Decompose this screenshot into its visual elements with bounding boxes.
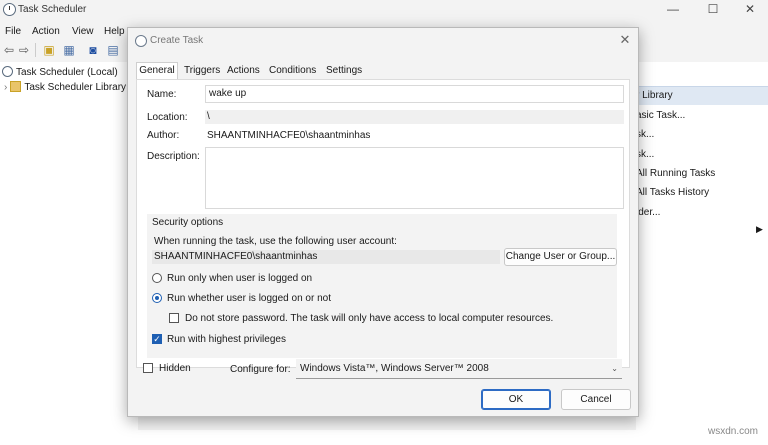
- action-create-basic-task[interactable]: asic Task...: [636, 110, 685, 121]
- minimize-button[interactable]: —: [655, 0, 691, 20]
- console-tree: Task Scheduler (Local) › Task Scheduler L…: [0, 62, 138, 442]
- toolbar: ⇦ ⇨ ▣ ▦ ◙ ▤: [0, 40, 140, 60]
- menu-bar: File Action View Help: [0, 22, 140, 40]
- no-store-password-checkbox[interactable]: [169, 313, 179, 323]
- author-value: SHAANTMINHACFE0\shaantminhas: [207, 130, 371, 141]
- close-window-button[interactable]: ✕: [732, 0, 768, 20]
- radio-whether-logged-on[interactable]: [152, 293, 162, 303]
- hidden-checkbox[interactable]: [143, 363, 153, 373]
- close-icon[interactable]: ✕: [616, 31, 634, 49]
- hidden-label: Hidden: [159, 363, 191, 374]
- action-enable-history[interactable]: All Tasks History: [636, 187, 709, 198]
- security-options-group: Security options When running the task, …: [147, 214, 617, 358]
- actions-panel-header: r Library: [636, 86, 768, 105]
- configure-for-select[interactable]: Windows Vista™, Windows Server™ 2008 ⌄: [296, 359, 622, 379]
- actions-header-label: r Library: [636, 90, 673, 101]
- tab-general[interactable]: General: [136, 62, 178, 80]
- menu-view[interactable]: View: [72, 26, 94, 37]
- location-label: Location:: [147, 112, 188, 123]
- menu-file[interactable]: File: [5, 26, 21, 37]
- location-value: \: [205, 110, 624, 124]
- author-label: Author:: [147, 130, 180, 141]
- change-user-button[interactable]: Change User or Group...: [504, 248, 617, 266]
- chevron-right-icon[interactable]: ›: [4, 82, 7, 93]
- back-arrow-icon[interactable]: ⇦: [2, 43, 16, 57]
- status-strip: [0, 430, 768, 445]
- menu-action[interactable]: Action: [32, 26, 60, 37]
- task-name-input[interactable]: wake up: [205, 85, 624, 103]
- folder-up-icon[interactable]: ▣: [42, 43, 56, 57]
- description-textarea[interactable]: [205, 147, 624, 209]
- main-title-bar: Task Scheduler — ☐ ✕: [0, 0, 768, 20]
- create-task-dialog: Create Task ✕ General Triggers Actions C…: [127, 27, 639, 417]
- chevron-down-icon: ⌄: [611, 364, 618, 373]
- ok-button[interactable]: OK: [481, 389, 551, 410]
- dialog-title: Create Task: [150, 35, 204, 46]
- watermark: wsxdn.com: [708, 426, 759, 437]
- tree-item-local-label: Task Scheduler (Local): [16, 67, 118, 78]
- tree-item-library[interactable]: › Task Scheduler Library: [4, 80, 126, 96]
- forward-arrow-icon[interactable]: ⇨: [17, 43, 31, 57]
- configure-for-label: Configure for:: [230, 364, 291, 375]
- help-icon[interactable]: ◙: [86, 43, 100, 57]
- actions-panel: r Library asic Task... sk... sk... All R…: [636, 62, 768, 442]
- tree-item-local[interactable]: Task Scheduler (Local): [2, 65, 118, 81]
- name-label: Name:: [147, 89, 177, 100]
- folder-icon: [10, 81, 22, 92]
- cancel-button[interactable]: Cancel: [561, 389, 631, 410]
- task-clock-icon: [135, 35, 147, 47]
- general-tab-panel: Name: wake up Location: \ Author: SHAANT…: [136, 79, 630, 368]
- properties-icon[interactable]: ▤: [106, 43, 120, 57]
- menu-help[interactable]: Help: [104, 26, 125, 37]
- highest-privileges-label: Run with highest privileges: [167, 334, 286, 345]
- highest-privileges-checkbox[interactable]: ✓: [152, 334, 162, 344]
- action-display-running[interactable]: All Running Tasks: [636, 168, 715, 179]
- tree-item-library-label: Task Scheduler Library: [24, 82, 127, 93]
- configure-for-value: Windows Vista™, Windows Server™ 2008: [300, 363, 489, 374]
- user-account-value: SHAANTMINHACFE0\shaantminhas: [152, 250, 500, 264]
- radio-whether-logged-on-label: Run whether user is logged on or not: [167, 293, 331, 304]
- radio-logged-on-label: Run only when user is logged on: [167, 273, 313, 284]
- toolbar-separator: [35, 43, 36, 57]
- action-new-folder[interactable]: lder...: [636, 207, 660, 218]
- tab-conditions[interactable]: Conditions: [269, 65, 316, 76]
- security-options-title: Security options: [152, 217, 224, 228]
- no-store-password-label: Do not store password. The task will onl…: [185, 313, 554, 324]
- maximize-button[interactable]: ☐: [695, 0, 731, 20]
- submenu-arrow-icon[interactable]: ▶: [756, 224, 763, 235]
- app-title: Task Scheduler: [18, 4, 87, 15]
- tab-triggers[interactable]: Triggers: [184, 65, 220, 76]
- show-pane-icon[interactable]: ▦: [62, 43, 76, 57]
- description-label: Description:: [147, 151, 200, 162]
- user-account-prompt: When running the task, use the following…: [154, 236, 397, 247]
- clock-icon: [2, 66, 13, 77]
- tab-actions[interactable]: Actions: [227, 65, 260, 76]
- task-scheduler-app-icon: [3, 3, 16, 16]
- radio-logged-on[interactable]: [152, 273, 162, 283]
- tab-settings[interactable]: Settings: [326, 65, 362, 76]
